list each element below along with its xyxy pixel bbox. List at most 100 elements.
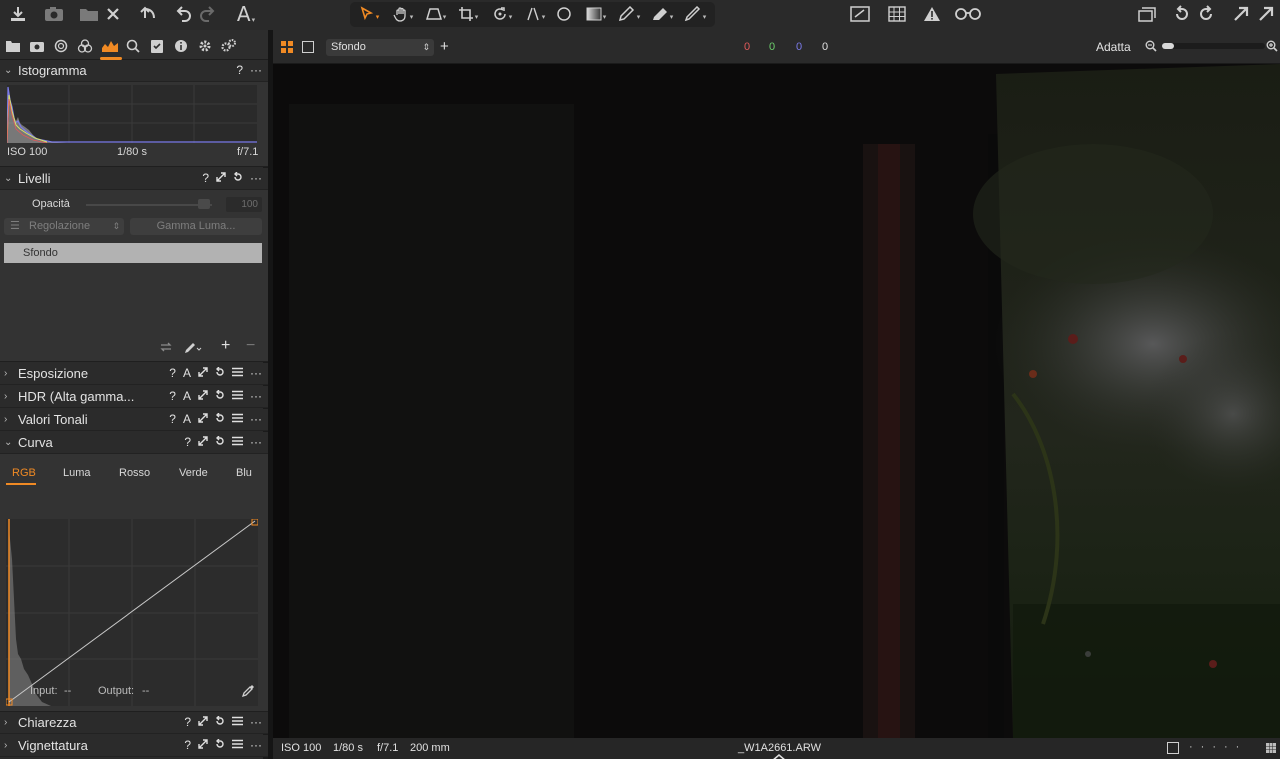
opacity-input[interactable]: 100 (226, 197, 262, 212)
brush-layer-icon[interactable] (184, 340, 202, 357)
output-tab-icon[interactable] (197, 38, 213, 54)
zoom-out-icon[interactable] (1145, 40, 1157, 55)
redo-icon[interactable] (198, 3, 218, 25)
more-icon[interactable]: ··· (250, 63, 262, 77)
reset-panel-icon[interactable] (215, 366, 225, 380)
reset-panel-icon[interactable] (215, 738, 225, 752)
image-viewer[interactable] (273, 64, 1280, 738)
add-point-icon[interactable]: + (440, 38, 449, 55)
more-icon[interactable]: ··· (250, 738, 262, 752)
help-icon[interactable]: ? (169, 366, 176, 380)
expand-icon[interactable] (216, 171, 226, 185)
presets-icon[interactable] (232, 738, 243, 752)
expand-icon[interactable] (198, 738, 208, 752)
warning-icon[interactable] (921, 3, 943, 25)
expand-icon[interactable] (198, 435, 208, 449)
zoom-label[interactable]: Adatta (1096, 40, 1131, 54)
reset-panel-icon[interactable] (233, 171, 243, 185)
picker-icon[interactable] (241, 684, 255, 701)
help-icon[interactable]: ? (202, 171, 209, 185)
reject-icon[interactable] (103, 3, 123, 25)
import-icon[interactable] (8, 3, 28, 25)
copy-adjustments-icon[interactable] (1136, 3, 1158, 25)
rotate-icon[interactable]: ▾ (489, 3, 515, 25)
tab-rgb[interactable]: RGB (12, 467, 36, 479)
reset-panel-icon[interactable] (215, 435, 225, 449)
exposure-panel-header[interactable]: › Esposizione ? A ··· (0, 363, 268, 385)
apply-arrow-icon[interactable] (1231, 3, 1251, 25)
more-icon[interactable]: ··· (250, 412, 262, 426)
exposure-tab-icon[interactable] (100, 38, 120, 54)
adjustments-tab-icon[interactable] (149, 38, 165, 54)
histogram-panel-header[interactable]: ⌄ Istogramma ? ··· (0, 60, 268, 82)
gamma-luma-button[interactable]: Gamma Luma... (130, 218, 262, 235)
help-icon[interactable]: ? (184, 715, 191, 729)
zoom-slider-fill[interactable] (1162, 43, 1174, 49)
expand-icon[interactable] (198, 412, 208, 426)
lens-correction-icon[interactable]: ▾ (522, 3, 548, 25)
help-icon[interactable]: ? (236, 63, 243, 77)
clarity-panel-header[interactable]: › Chiarezza ? ··· (0, 712, 268, 734)
help-icon[interactable]: ? (169, 389, 176, 403)
presets-icon[interactable] (232, 435, 243, 449)
vignette-panel-header[interactable]: › Vignettatura ? ··· (0, 735, 268, 757)
select-checkbox-icon[interactable] (1167, 742, 1179, 757)
auto-icon[interactable]: A (183, 366, 191, 380)
radial-mask-icon[interactable] (556, 3, 572, 25)
capture-tab-icon[interactable] (29, 38, 45, 54)
reset-icon[interactable] (1173, 3, 1191, 25)
presets-icon[interactable] (232, 715, 243, 729)
expand-icon[interactable] (198, 715, 208, 729)
layer-row[interactable]: Sfondo (4, 243, 262, 263)
eraser-icon[interactable]: ▾ (649, 3, 675, 25)
tab-blue[interactable]: Blu (236, 467, 252, 479)
metadata-tab-icon[interactable] (173, 38, 189, 54)
zoom-in-icon[interactable] (1266, 40, 1278, 55)
more-icon[interactable]: ··· (250, 366, 262, 380)
more-icon[interactable]: ··· (250, 435, 262, 449)
undo-icon[interactable] (173, 3, 193, 25)
presets-icon[interactable] (232, 412, 243, 426)
tab-red[interactable]: Rosso (119, 467, 150, 479)
remove-layer-icon[interactable]: − (246, 337, 255, 355)
redo-adjust-icon[interactable] (1197, 3, 1215, 25)
text-tool-icon[interactable]: A ▾ (233, 2, 259, 26)
auto-icon[interactable]: A (183, 412, 191, 426)
help-icon[interactable]: ? (169, 412, 176, 426)
keystone-icon[interactable]: ▾ (423, 3, 449, 25)
multi-view-icon[interactable] (281, 41, 293, 56)
curve-panel-header[interactable]: ⌄ Curva ? ··· (0, 432, 268, 454)
reset-panel-icon[interactable] (215, 715, 225, 729)
rating-dots[interactable]: ····· (1189, 741, 1247, 753)
opacity-slider[interactable] (86, 204, 212, 206)
more-icon[interactable]: ··· (250, 715, 262, 729)
folder-output-icon[interactable] (78, 3, 100, 25)
hdr-panel-header[interactable]: › HDR (Alta gamma... ? A ··· (0, 386, 268, 408)
reset-panel-icon[interactable] (215, 389, 225, 403)
gradient-mask-icon[interactable]: ▾ (583, 3, 609, 25)
curve-graph[interactable] (6, 519, 258, 706)
single-view-icon[interactable] (302, 41, 314, 56)
add-layer-icon[interactable]: + (221, 337, 230, 355)
more-icon[interactable]: ··· (250, 171, 262, 185)
layer-select[interactable]: Sfondo ⇕ (326, 39, 434, 56)
proof-glasses-icon[interactable] (953, 3, 983, 25)
brush-icon[interactable]: ▾ (616, 3, 642, 25)
adjust-dropdown[interactable]: ☰ Regolazione ⇕ (4, 218, 124, 235)
color-tag-icon[interactable] (1266, 743, 1276, 756)
select-cursor-icon[interactable]: ▾ (356, 3, 382, 25)
auto-icon[interactable]: A (183, 389, 191, 403)
lens-tab-icon[interactable] (53, 38, 69, 54)
details-tab-icon[interactable] (125, 38, 141, 54)
presets-icon[interactable] (232, 389, 243, 403)
help-icon[interactable]: ? (184, 738, 191, 752)
help-icon[interactable]: ? (184, 435, 191, 449)
presets-icon[interactable] (232, 366, 243, 380)
undo-all-icon[interactable] (137, 3, 159, 25)
batch-tab-icon[interactable] (221, 38, 237, 54)
pan-hand-icon[interactable]: ▾ (390, 3, 416, 25)
opacity-slider-handle[interactable] (198, 199, 210, 209)
expand-icon[interactable] (198, 389, 208, 403)
tab-luma[interactable]: Luma (63, 467, 91, 479)
grid-icon[interactable] (886, 3, 908, 25)
